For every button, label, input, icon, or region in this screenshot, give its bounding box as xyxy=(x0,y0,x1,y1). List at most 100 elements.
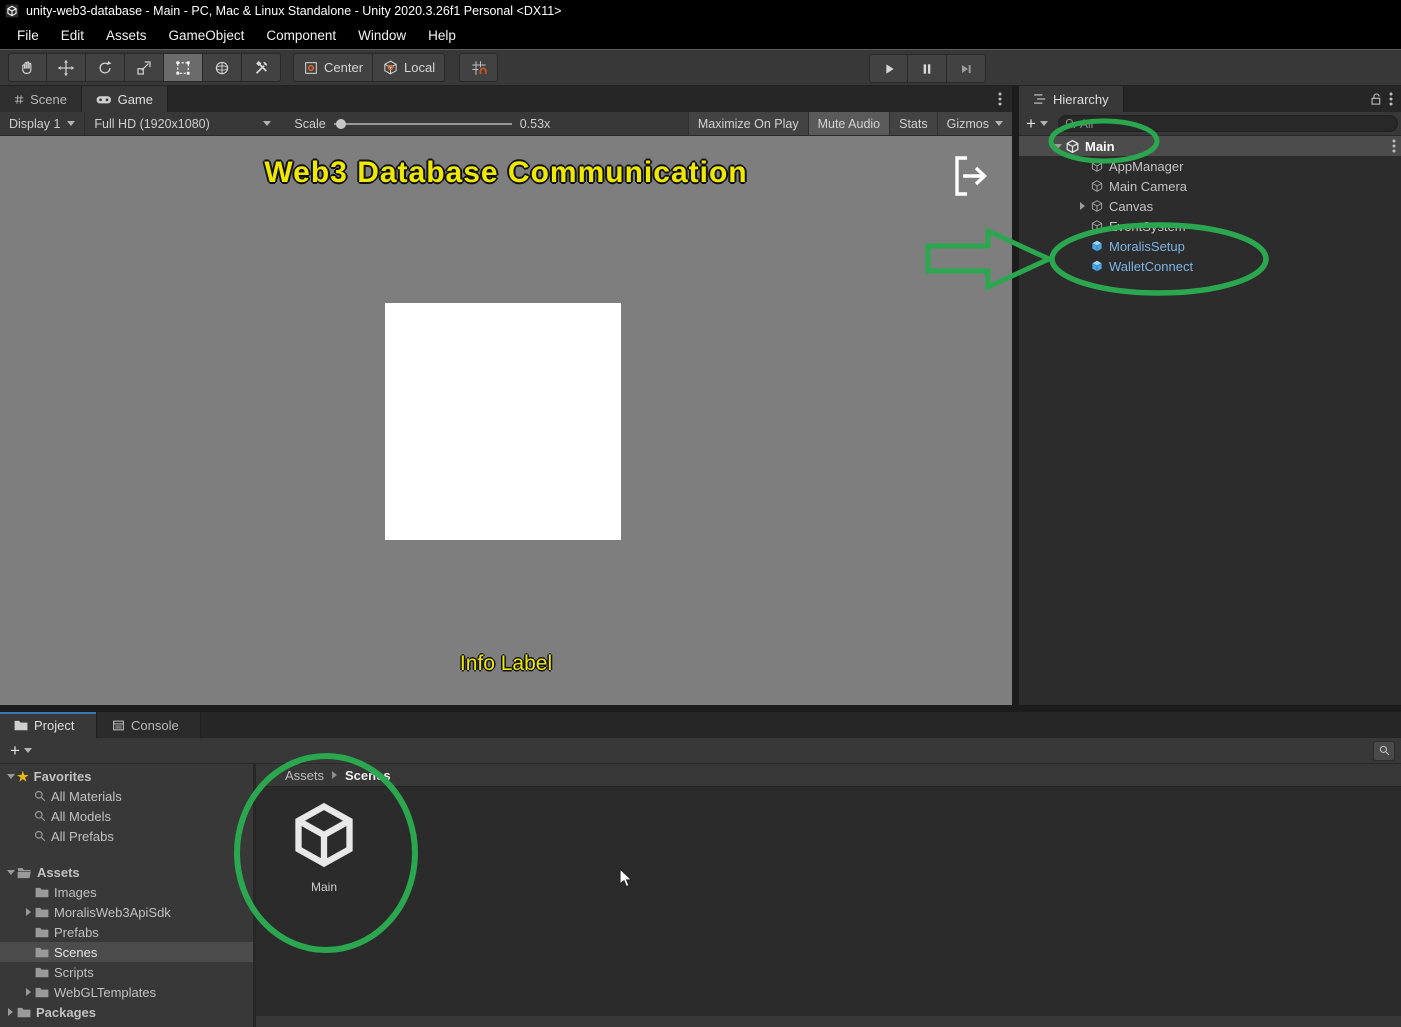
scale-value: 0.53x xyxy=(519,116,551,131)
display-dropdown[interactable]: Display 1 xyxy=(0,112,84,135)
project-add-button[interactable]: + xyxy=(6,742,36,759)
tab-game[interactable]: Game xyxy=(82,86,168,112)
menu-file[interactable]: File xyxy=(6,28,50,43)
search-icon xyxy=(34,790,46,802)
tree-item-scenes[interactable]: Scenes xyxy=(0,942,253,962)
hierarchy-item-appmanager[interactable]: AppManager xyxy=(1019,156,1401,176)
console-icon xyxy=(113,720,124,730)
tree-item-prefabs[interactable]: Prefabs xyxy=(0,922,253,942)
expand-triangle-icon[interactable] xyxy=(26,908,31,916)
hierarchy-item-main[interactable]: Main xyxy=(1019,136,1401,156)
menu-window[interactable]: Window xyxy=(347,28,417,43)
tab-scene[interactable]: Scene xyxy=(0,86,82,112)
pivot-local-button[interactable]: Local xyxy=(373,53,446,82)
game-panel-menu-icon[interactable] xyxy=(992,86,1008,112)
expand-triangle-icon[interactable] xyxy=(26,988,31,996)
pivot-local-label: Local xyxy=(404,60,436,75)
tree-item-all-materials[interactable]: All Materials xyxy=(0,786,253,806)
kebab-icon xyxy=(998,92,1002,106)
grid-snap-button[interactable] xyxy=(459,53,499,82)
tab-hierarchy[interactable]: Hierarchy xyxy=(1019,86,1124,112)
scale-slider-group: Scale 0.53x xyxy=(294,117,550,131)
folder-icon xyxy=(35,987,49,998)
chevron-down-icon xyxy=(263,121,272,126)
scale-slider[interactable] xyxy=(333,118,512,129)
expand-triangle-icon[interactable] xyxy=(8,1008,13,1016)
hierarchy-menu-icon[interactable] xyxy=(1383,86,1399,112)
gizmos-dropdown[interactable]: Gizmos xyxy=(936,112,1012,135)
maximize-on-play-label: Maximize On Play xyxy=(697,116,799,131)
hierarchy-panel: Hierarchy + All Main AppManager Main Cam… xyxy=(1019,86,1401,705)
hierarchy-list-icon xyxy=(1034,94,1046,104)
tree-item-all-models[interactable]: All Models xyxy=(0,806,253,826)
tree-item-moralisweb3apisdk[interactable]: MoralisWeb3ApiSdk xyxy=(0,902,253,922)
breadcrumb-chevron-icon xyxy=(332,771,338,779)
scale-tool-button[interactable] xyxy=(125,53,164,82)
breadcrumb-scenes[interactable]: Scenes xyxy=(345,768,391,783)
game-controlbar: Display 1 Full HD (1920x1080) Scale 0.53… xyxy=(0,112,1012,136)
search-icon xyxy=(1065,118,1076,129)
menu-component[interactable]: Component xyxy=(255,28,347,43)
resolution-dropdown[interactable]: Full HD (1920x1080) xyxy=(84,112,280,135)
tab-console[interactable]: Console xyxy=(98,712,201,738)
hierarchy-item-eventsystem[interactable]: EventSystem xyxy=(1019,216,1401,236)
move-tool-button[interactable] xyxy=(47,53,86,82)
hierarchy-search-input[interactable]: All xyxy=(1057,115,1398,132)
logout-icon[interactable] xyxy=(952,154,990,198)
tree-item-favorites[interactable]: ★ Favorites xyxy=(0,766,253,786)
hierarchy-lock-icon[interactable] xyxy=(1370,86,1383,112)
mute-audio-button[interactable]: Mute Audio xyxy=(807,112,890,135)
asset-main-scene[interactable]: Main xyxy=(276,795,372,894)
hierarchy-item-walletconnect[interactable]: WalletConnect xyxy=(1019,256,1401,276)
hand-tool-button[interactable] xyxy=(8,53,47,82)
collapse-triangle-icon[interactable] xyxy=(1054,143,1062,149)
transform-tool-button[interactable] xyxy=(203,53,242,82)
custom-tools-button[interactable] xyxy=(242,53,281,82)
expand-triangle-icon[interactable] xyxy=(1079,202,1085,210)
hierarchy-add-button[interactable]: + xyxy=(1022,115,1052,132)
plus-icon: + xyxy=(10,741,20,760)
menu-gameobject[interactable]: GameObject xyxy=(158,28,256,43)
menu-help[interactable]: Help xyxy=(417,28,467,43)
pause-button[interactable] xyxy=(908,54,947,83)
pause-icon xyxy=(923,63,931,74)
folder-icon xyxy=(35,907,49,918)
scene-grid-icon xyxy=(14,94,24,104)
tree-item-images[interactable]: Images xyxy=(0,882,253,902)
collapse-triangle-icon[interactable] xyxy=(6,773,15,779)
tree-item-webgltemplates[interactable]: WebGLTemplates xyxy=(0,982,253,1002)
tab-hierarchy-label: Hierarchy xyxy=(1053,91,1109,107)
project-search-button[interactable] xyxy=(1373,740,1395,761)
stats-button[interactable]: Stats xyxy=(889,112,937,135)
tab-project[interactable]: Project xyxy=(0,712,97,738)
folder-icon xyxy=(17,1007,31,1018)
play-button[interactable] xyxy=(869,54,908,83)
hierarchy-item-canvas[interactable]: Canvas xyxy=(1019,196,1401,216)
maximize-on-play-button[interactable]: Maximize On Play xyxy=(687,112,808,135)
breadcrumb-assets[interactable]: Assets xyxy=(285,768,324,783)
tree-item-packages[interactable]: Packages xyxy=(0,1002,253,1022)
hierarchy-item-label: Canvas xyxy=(1109,198,1154,214)
tree-item-label: All Prefabs xyxy=(51,828,114,844)
scene-menu-icon[interactable] xyxy=(1392,139,1396,156)
panel-splitter[interactable] xyxy=(1012,86,1019,705)
rect-tool-button[interactable] xyxy=(164,53,203,82)
scale-label: Scale xyxy=(294,116,326,131)
pivot-center-button[interactable]: Center xyxy=(293,53,374,82)
scale-slider-knob[interactable] xyxy=(335,118,346,129)
info-label-text: Info Label xyxy=(459,652,553,675)
folder-icon xyxy=(35,967,49,978)
open-folder-icon xyxy=(17,867,31,878)
pivot-group: Center Local xyxy=(293,53,446,82)
step-button[interactable] xyxy=(947,54,986,83)
menu-edit[interactable]: Edit xyxy=(50,28,95,43)
tree-item-assets[interactable]: Assets xyxy=(0,862,253,882)
rotate-tool-button[interactable] xyxy=(86,53,125,82)
tree-item-scripts[interactable]: Scripts xyxy=(0,962,253,982)
hierarchy-item-main-camera[interactable]: Main Camera xyxy=(1019,176,1401,196)
menu-assets[interactable]: Assets xyxy=(95,28,158,43)
collapse-triangle-icon[interactable] xyxy=(6,869,15,875)
tree-item-all-prefabs[interactable]: All Prefabs xyxy=(0,826,253,846)
grid-snap-icon xyxy=(471,60,487,75)
hierarchy-item-moralissetup[interactable]: MoralisSetup xyxy=(1019,236,1401,256)
